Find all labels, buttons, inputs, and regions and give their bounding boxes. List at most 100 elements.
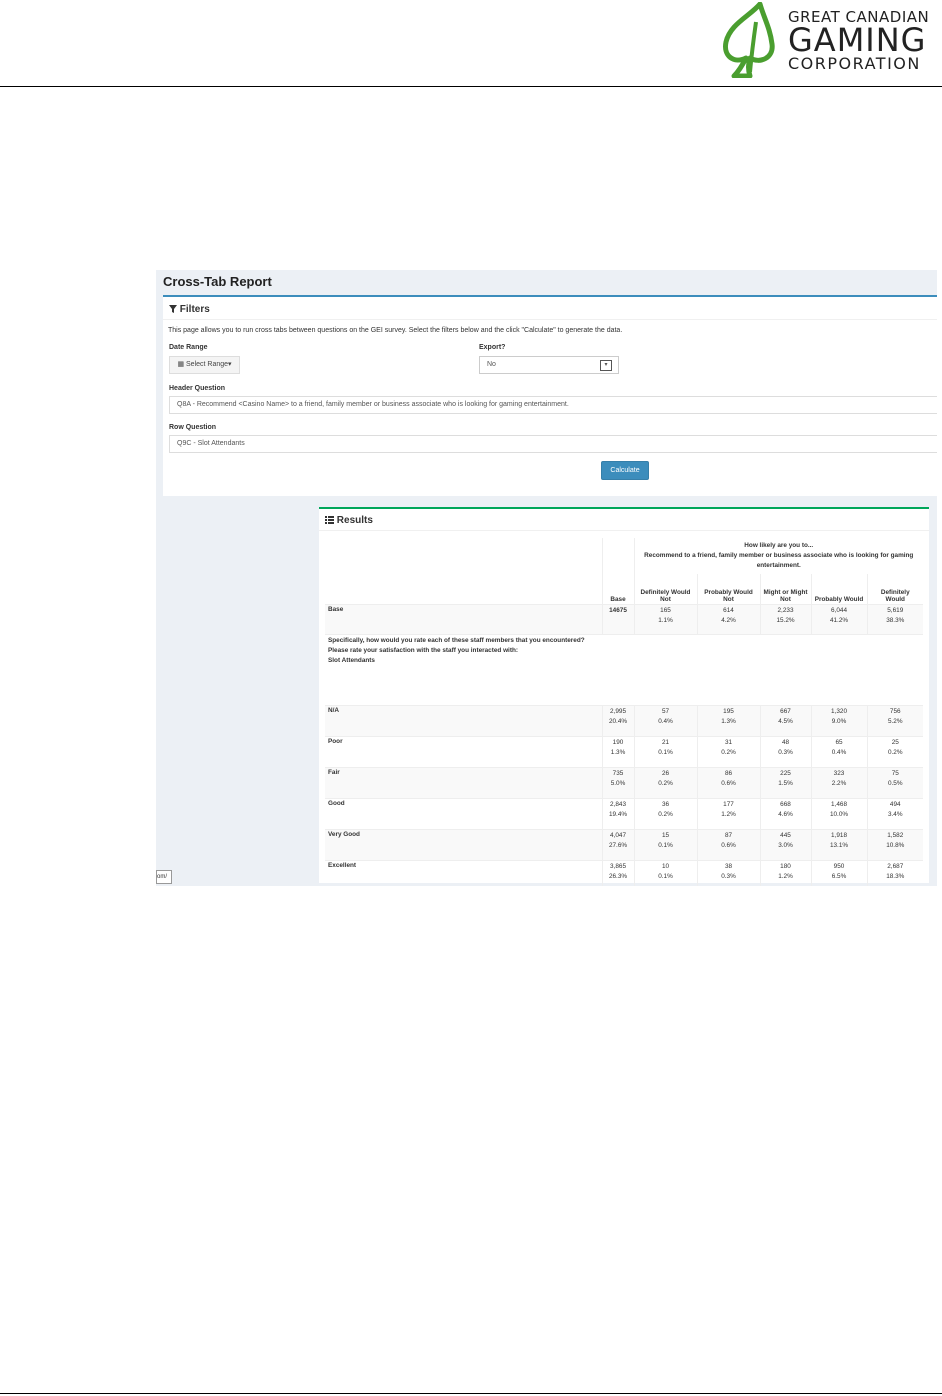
table-cell: 190 1.3% bbox=[601, 736, 634, 768]
select-range-button[interactable]: ▦ Select Range▾ bbox=[169, 356, 240, 374]
row-label: Poor bbox=[325, 736, 602, 768]
row-question-label: Row Question bbox=[169, 424, 217, 431]
table-cell: 667 4.5% bbox=[759, 705, 811, 737]
crosstab-table: How likely are you to... Recommend to a … bbox=[325, 538, 923, 684]
export-select[interactable]: No ▾ bbox=[479, 356, 619, 374]
table-cell: 2,687 18.3% bbox=[866, 860, 923, 886]
table-cell: 614 4.2% bbox=[696, 603, 760, 634]
header-question-label: Header Question bbox=[169, 385, 226, 392]
table-cell: 2,843 19.4% bbox=[601, 798, 634, 830]
header-blank bbox=[325, 574, 602, 604]
results-box: Results How likely are you to... Recomme… bbox=[319, 507, 929, 886]
row-label: N/A bbox=[325, 705, 602, 737]
table-cell: 6,044 41.2% bbox=[810, 603, 867, 634]
divider bbox=[319, 530, 929, 531]
row-label: Fair bbox=[325, 767, 602, 799]
chevron-down-icon: ▾ bbox=[600, 360, 612, 371]
page-title: Cross-Tab Report bbox=[163, 274, 272, 289]
header-blank bbox=[601, 538, 634, 574]
table-cell: 165 1.1% bbox=[633, 603, 697, 634]
header-rule bbox=[0, 86, 942, 87]
table-cell: 31 0.2% bbox=[696, 736, 760, 768]
row-label: Very Good bbox=[325, 829, 602, 861]
table-cell: 57 0.4% bbox=[633, 705, 697, 737]
table-cell: 180 1.2% bbox=[759, 860, 811, 886]
table-cell: 10 0.1% bbox=[633, 860, 697, 886]
footer-rule bbox=[0, 1393, 942, 1394]
table-row: Excellent 3,865 26.3% 10 0.1% 38 0.3% 180 1.2% 95… bbox=[325, 860, 923, 886]
column-header: Might or Might Not bbox=[759, 574, 811, 604]
table-cell: 75 0.5% bbox=[866, 767, 923, 799]
column-header: Definitely Would bbox=[866, 574, 923, 604]
table-cell: 87 0.6% bbox=[696, 829, 760, 861]
table-header-row-1: How likely are you to... Recommend to a … bbox=[325, 538, 923, 574]
table-cell: 86 0.6% bbox=[696, 767, 760, 799]
table-cell: 26 0.2% bbox=[633, 767, 697, 799]
filters-intro: This page allows you to run cross tabs b… bbox=[168, 327, 623, 334]
date-range-label: Date Range bbox=[169, 344, 208, 351]
company-logo: GREAT CANADIAN GAMING CORPORATION bbox=[720, 2, 940, 80]
column-header: Probably Would Not bbox=[696, 574, 760, 604]
filters-title: Filters bbox=[179, 304, 210, 315]
table-header-row-2: Base Definitely Would Not Probably Would… bbox=[325, 574, 923, 604]
header-question-select[interactable]: Q8A - Recommend <Casino Name> to a frien… bbox=[169, 396, 937, 414]
row-question-text: Specifically, how would you rate each of… bbox=[325, 633, 602, 684]
table-cell: 668 4.6% bbox=[759, 798, 811, 830]
table-cell: 1,320 9.0% bbox=[810, 705, 867, 737]
table-cell: 323 2.2% bbox=[810, 767, 867, 799]
table-cell: 3,865 26.3% bbox=[601, 860, 634, 886]
table-cell: 950 6.5% bbox=[810, 860, 867, 886]
column-header: Probably Would bbox=[810, 574, 867, 604]
divider bbox=[163, 319, 937, 320]
header-question: How likely are you to... Recommend to a … bbox=[633, 538, 923, 574]
filters-box: Filters This page allows you to run cros… bbox=[163, 295, 937, 496]
table-cell: 38 0.3% bbox=[696, 860, 760, 886]
calendar-icon: ▦ bbox=[177, 361, 185, 368]
screenshot-panel: Cross-Tab Report Filters This page allow… bbox=[156, 270, 937, 886]
row-item: Slot Attendants bbox=[328, 656, 375, 664]
table-row: N/A 2,995 20.4% 57 0.4% 195 1.3% 667 4.5% 1,320 9.… bbox=[325, 705, 923, 737]
table-cell: 1,918 13.1% bbox=[810, 829, 867, 861]
filter-icon bbox=[169, 305, 177, 313]
table-cell: 195 1.3% bbox=[696, 705, 760, 737]
row-label: Good bbox=[325, 798, 602, 830]
header-question-text: Recommend to a friend, family member or … bbox=[644, 552, 914, 569]
table-cell: 445 3.0% bbox=[759, 829, 811, 861]
caret-down-icon: ▾ bbox=[228, 361, 232, 368]
table-row-base: Base 14675 165 1.1% 614 4.2% 2,233 15.2% 6,… bbox=[325, 603, 923, 634]
calculate-button[interactable]: Calculate bbox=[601, 461, 649, 480]
browser-tab-fragment[interactable]: om/ bbox=[156, 870, 172, 884]
header-question-title: How likely are you to... bbox=[744, 542, 814, 549]
table-cell: 2,995 20.4% bbox=[601, 705, 634, 737]
table-cell: 25 0.2% bbox=[866, 736, 923, 768]
table-cell: 177 1.2% bbox=[696, 798, 760, 830]
base-total: 14675 bbox=[601, 603, 634, 634]
table-cell: 735 5.0% bbox=[601, 767, 634, 799]
table-cell: 5,619 38.3% bbox=[866, 603, 923, 634]
table-cell: 65 0.4% bbox=[810, 736, 867, 768]
table-cell: 1,582 10.8% bbox=[866, 829, 923, 861]
blank-cell bbox=[602, 633, 923, 684]
table-cell: 21 0.1% bbox=[633, 736, 697, 768]
logo-line-2: GAMING bbox=[788, 21, 927, 59]
header-question-value: Q8A - Recommend <Casino Name> to a frien… bbox=[177, 401, 569, 408]
table-cell: 494 3.4% bbox=[866, 798, 923, 830]
results-title: Results bbox=[336, 515, 373, 526]
table-cell: 2,233 15.2% bbox=[759, 603, 811, 634]
table-cell: 48 0.3% bbox=[759, 736, 811, 768]
spade-leaf-icon bbox=[723, 2, 775, 78]
table-row: Good 2,843 19.4% 36 0.2% 177 1.2% 668 4.6% 1,468 1… bbox=[325, 798, 923, 830]
row-label: Base bbox=[325, 603, 602, 634]
table-cell: 4,047 27.6% bbox=[601, 829, 634, 861]
select-range-label: Select Range bbox=[186, 361, 229, 368]
table-row: Fair 735 5.0% 26 0.2% 86 0.6% 225 1.5% 323 2.2% 75 0… bbox=[325, 767, 923, 799]
column-header-base: Base bbox=[601, 574, 634, 604]
table-cell: 36 0.2% bbox=[633, 798, 697, 830]
list-icon bbox=[325, 516, 334, 524]
row-question-select[interactable]: Q9C - Slot Attendants bbox=[169, 435, 937, 453]
row-question-value: Q9C - Slot Attendants bbox=[177, 440, 245, 447]
crosstab-body: N/A 2,995 20.4% 57 0.4% 195 1.3% 667 4.5% 1,320 9.… bbox=[325, 705, 923, 886]
table-cell: 1,468 10.0% bbox=[810, 798, 867, 830]
table-row: Very Good 4,047 27.6% 15 0.1% 87 0.6% 445 3.0% 1,… bbox=[325, 829, 923, 861]
export-label: Export? bbox=[479, 344, 506, 351]
